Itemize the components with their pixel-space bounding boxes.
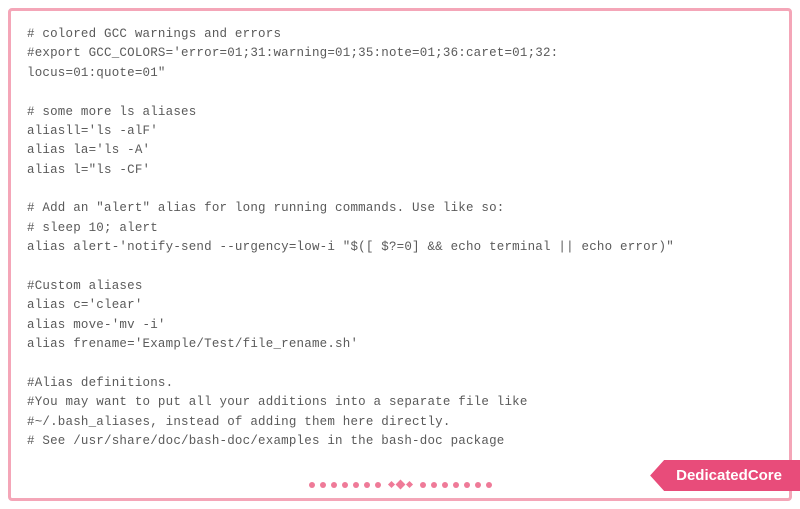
dot-icon [442,482,448,488]
diamond-icon [405,481,412,488]
dot-icon [486,482,492,488]
dot-icon [309,482,315,488]
dot-icon [375,482,381,488]
dot-icon [342,482,348,488]
diamond-cluster-icon [389,481,412,488]
dot-icon [331,482,337,488]
dot-icon [420,482,426,488]
bashrc-code-block: # colored GCC warnings and errors #expor… [27,25,773,451]
dot-icon [453,482,459,488]
dot-row-left [309,482,381,488]
brand-badge: DedicatedCore [650,460,800,491]
dot-row-right [420,482,492,488]
document-frame: # colored GCC warnings and errors #expor… [8,8,792,501]
diamond-icon [395,480,405,490]
dot-icon [320,482,326,488]
dot-icon [464,482,470,488]
dot-icon [353,482,359,488]
dot-icon [475,482,481,488]
dot-icon [431,482,437,488]
dot-icon [364,482,370,488]
diamond-icon [387,481,394,488]
